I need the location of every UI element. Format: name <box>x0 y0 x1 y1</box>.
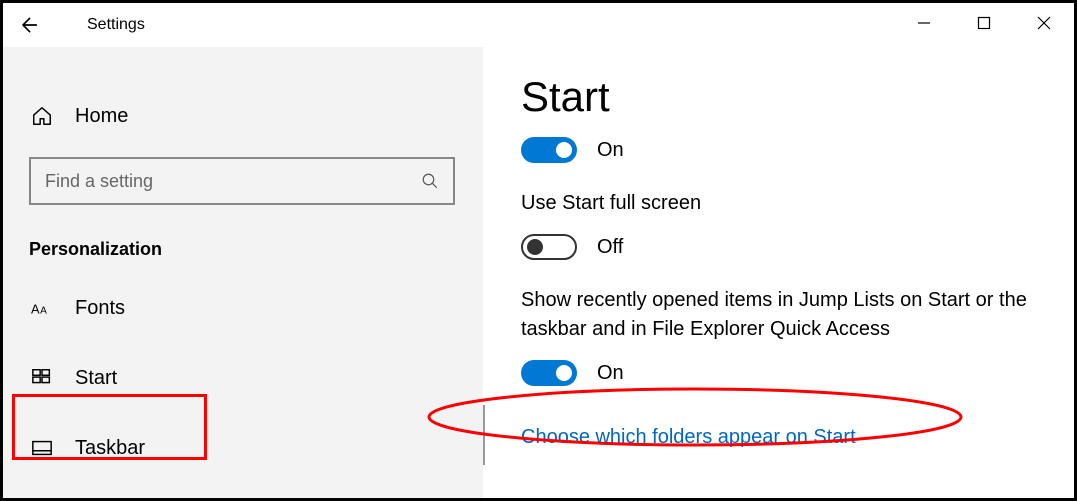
toggle-row-2: Off <box>521 234 1074 260</box>
sidebar-item-fonts[interactable]: AA Fonts <box>29 282 483 334</box>
minimize-icon <box>917 16 931 30</box>
sidebar-item-label: Taskbar <box>75 437 145 460</box>
sidebar-item-label: Start <box>75 367 117 390</box>
search-box[interactable] <box>29 157 455 205</box>
toggle-2[interactable] <box>521 234 577 260</box>
sidebar-home[interactable]: Home <box>29 91 483 141</box>
maximize-icon <box>977 16 991 30</box>
choose-folders-link[interactable]: Choose which folders appear on Start <box>521 426 856 449</box>
toggle-3[interactable] <box>521 360 577 386</box>
search-icon <box>421 172 439 190</box>
sidebar-item-start[interactable]: Start <box>29 352 483 404</box>
main-content: Start On Use Start full screen Off Show … <box>483 47 1074 498</box>
toggle-1-label: On <box>597 139 624 162</box>
home-icon <box>29 105 55 127</box>
close-icon <box>1037 16 1051 30</box>
back-button[interactable] <box>3 3 53 47</box>
sidebar-home-label: Home <box>75 105 128 128</box>
toggle-row-1: On <box>521 137 1074 163</box>
window-controls <box>894 3 1074 43</box>
setting-2-heading: Use Start full screen <box>521 189 1031 218</box>
close-button[interactable] <box>1014 3 1074 43</box>
svg-text:A: A <box>31 302 40 317</box>
taskbar-icon <box>29 437 55 459</box>
arrow-left-icon <box>18 15 38 35</box>
window-title: Settings <box>87 16 145 34</box>
minimize-button[interactable] <box>894 3 954 43</box>
toggle-1[interactable] <box>521 137 577 163</box>
maximize-button[interactable] <box>954 3 1014 43</box>
toggle-2-label: Off <box>597 236 623 259</box>
sidebar-section-heading: Personalization <box>29 239 483 260</box>
toggle-3-label: On <box>597 362 624 385</box>
toggle-row-3: On <box>521 360 1074 386</box>
sidebar-item-label: Fonts <box>75 297 125 320</box>
sidebar-item-taskbar[interactable]: Taskbar <box>29 422 483 474</box>
svg-text:A: A <box>40 306 47 317</box>
scrollbar-stub[interactable] <box>483 405 485 465</box>
fonts-icon: AA <box>29 297 55 319</box>
search-input[interactable] <box>45 171 421 192</box>
sidebar: Home Personalization AA Fonts Start Task… <box>3 47 483 498</box>
setting-3-heading: Show recently opened items in Jump Lists… <box>521 286 1031 344</box>
titlebar: Settings <box>3 3 1074 47</box>
page-title: Start <box>521 73 1074 121</box>
start-icon <box>29 367 55 389</box>
